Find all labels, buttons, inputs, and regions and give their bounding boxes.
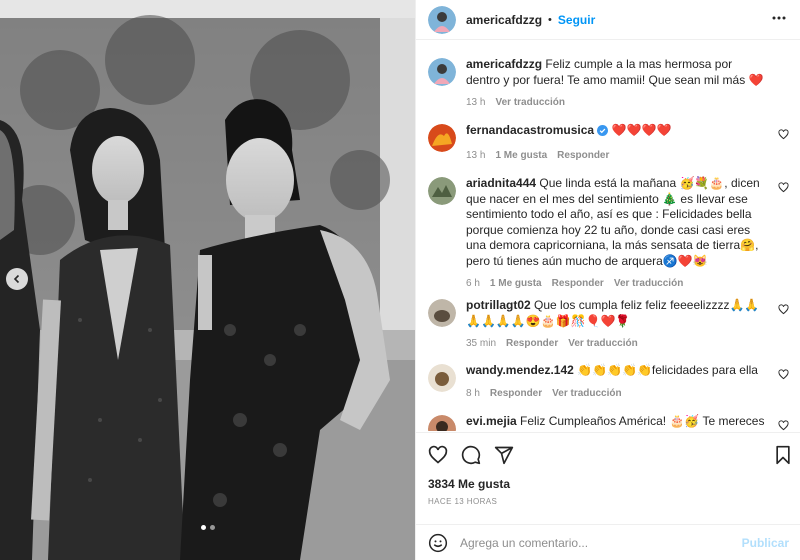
post-photo[interactable]: [0, 0, 415, 560]
reply-button[interactable]: Responder: [557, 150, 609, 161]
like-comment-heart-icon[interactable]: [778, 304, 789, 318]
caption: americafdzzg Feliz cumple a la mas hermo…: [428, 57, 793, 108]
comment-icon[interactable]: [461, 445, 481, 465]
avatar[interactable]: [428, 299, 456, 327]
comment-username[interactable]: evi.mejia: [466, 414, 517, 428]
dot-separator: •: [548, 13, 552, 26]
heart-icon[interactable]: [428, 445, 448, 465]
bookmark-icon[interactable]: [773, 445, 793, 465]
reply-button[interactable]: Responder: [506, 338, 558, 349]
comment-username[interactable]: fernandacastromusica: [466, 123, 594, 137]
comment-username[interactable]: wandy.mendez.142: [466, 363, 574, 377]
see-translation-link[interactable]: Ver traducción: [568, 338, 637, 349]
follow-button[interactable]: Seguir: [558, 13, 595, 27]
post-header: americafdzzg • Seguir: [416, 0, 800, 40]
comments-list[interactable]: americafdzzg Feliz cumple a la mas hermo…: [416, 41, 800, 431]
add-comment-bar: Publicar: [416, 524, 800, 560]
comment-username[interactable]: ariadnita444: [466, 176, 536, 190]
post-modal: americafdzzg • Seguir americafdzzg Feliz…: [0, 0, 800, 560]
like-comment-heart-icon[interactable]: [778, 420, 789, 431]
comment-username[interactable]: potrillagt02: [466, 298, 531, 312]
comment-item: fernandacastromusica ❤️❤️❤️❤️ 13 h 1 Me …: [428, 123, 793, 161]
more-icon[interactable]: [771, 10, 787, 29]
verified-badge-icon: [597, 125, 609, 141]
avatar[interactable]: [428, 124, 456, 152]
chevron-left-icon: [13, 274, 20, 284]
comment-text: 👏👏👏👏👏felicidades para ella: [577, 363, 758, 377]
comment-likes[interactable]: 1 Me gusta: [490, 278, 542, 289]
like-comment-heart-icon[interactable]: [778, 129, 789, 143]
avatar[interactable]: [428, 415, 456, 431]
comment-likes[interactable]: 1 Me gusta: [495, 150, 547, 161]
post-timestamp: HACE 13 HORAS: [428, 497, 498, 506]
comment-item: evi.mejia Feliz Cumpleaños América! 🎂🥳 T…: [428, 414, 793, 431]
carousel-prev-button[interactable]: [6, 268, 28, 290]
post-comment-button[interactable]: Publicar: [742, 536, 789, 550]
see-translation-link[interactable]: Ver traducción: [614, 278, 683, 289]
caption-username[interactable]: americafdzzg: [466, 57, 542, 71]
share-icon[interactable]: [494, 445, 514, 465]
comment-text: ❤️❤️❤️❤️: [611, 123, 672, 137]
carousel-dots: [0, 525, 415, 530]
likes-count[interactable]: 3834 Me gusta: [428, 477, 510, 491]
comment-time: 13 h: [466, 149, 486, 161]
caption-time: 13 h: [466, 97, 486, 108]
like-comment-heart-icon[interactable]: [778, 369, 789, 383]
carousel-dot: [200, 525, 206, 530]
avatar[interactable]: [428, 5, 456, 34]
emoji-icon[interactable]: [428, 533, 448, 553]
comment-time: 6 h: [466, 278, 480, 289]
author-username[interactable]: americafdzzg: [466, 13, 542, 27]
comment-item: ariadnita444 Que linda está la mañana 🥳💐…: [428, 176, 793, 289]
avatar[interactable]: [428, 177, 456, 205]
see-translation-link[interactable]: Ver traducción: [495, 97, 564, 108]
post-panel: americafdzzg • Seguir americafdzzg Feliz…: [415, 0, 800, 560]
like-comment-heart-icon[interactable]: [778, 182, 789, 196]
comment-item: wandy.mendez.142 👏👏👏👏👏felicidades para e…: [428, 363, 793, 399]
comment-time: 8 h: [466, 387, 480, 399]
see-translation-link[interactable]: Ver traducción: [552, 388, 621, 399]
carousel-dot: [209, 525, 215, 530]
comment-item: potrillagt02 Que los cumpla feliz feliz …: [428, 298, 793, 349]
reply-button[interactable]: Responder: [490, 388, 542, 399]
avatar[interactable]: [428, 58, 456, 86]
avatar[interactable]: [428, 364, 456, 392]
comment-time: 35 min: [466, 338, 497, 349]
reply-button[interactable]: Responder: [552, 278, 604, 289]
comment-input[interactable]: [460, 535, 742, 550]
photo-image: [0, 0, 415, 560]
